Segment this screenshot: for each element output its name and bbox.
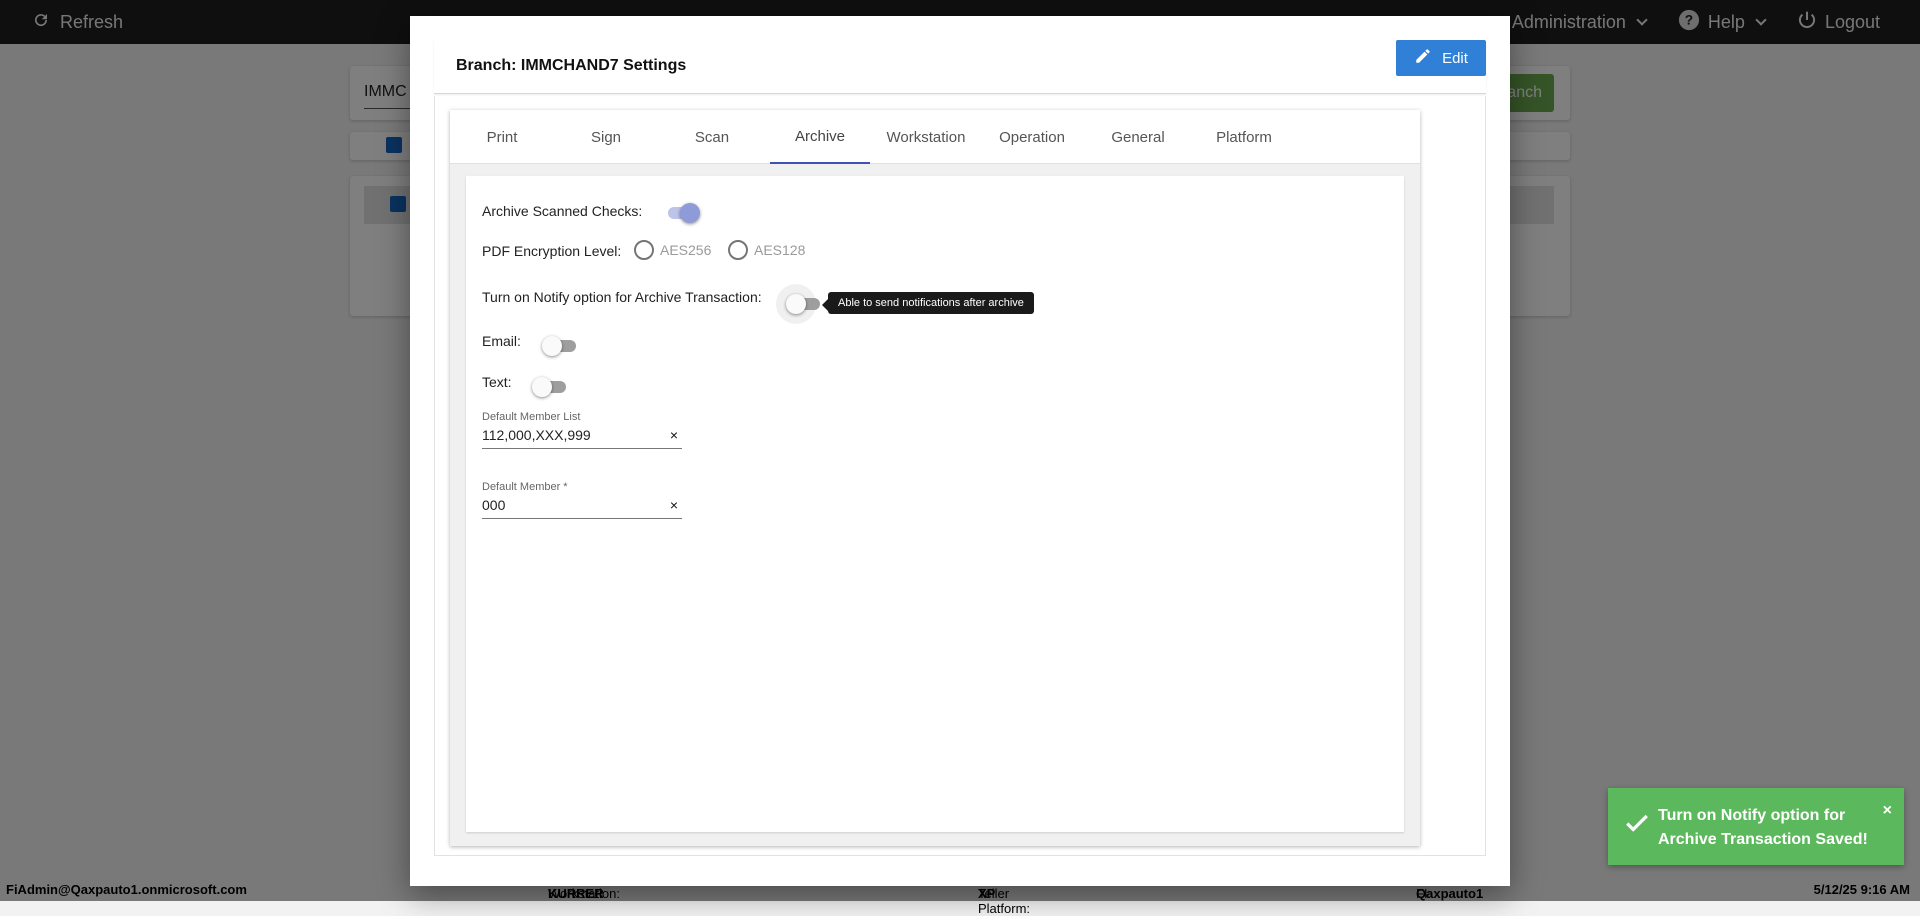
status-workstation-value: KURRER: [548, 886, 604, 901]
archive-settings-panel: Archive Scanned Checks: PDF Encryption L…: [466, 176, 1404, 832]
aes128-radio[interactable]: AES128: [728, 240, 805, 260]
status-fi-value: Qaxpauto1: [1416, 886, 1484, 901]
status-teller-platform-value: XP: [978, 886, 996, 901]
tab-general[interactable]: General: [1088, 110, 1188, 164]
radio-circle: [728, 240, 748, 260]
aes256-label: AES256: [660, 242, 712, 258]
tab-archive[interactable]: Archive: [770, 110, 870, 164]
clear-icon[interactable]: ×: [670, 497, 678, 513]
default-member-list-field: Default Member List 112,000,XXX,999 ×: [482, 411, 682, 449]
tab-content-area: Archive Scanned Checks: PDF Encryption L…: [450, 164, 1420, 846]
success-toast: Turn on Notify option for Archive Transa…: [1608, 788, 1904, 865]
close-icon[interactable]: ×: [1883, 802, 1892, 820]
default-member-input[interactable]: 000 ×: [482, 497, 682, 519]
tab-operation[interactable]: Operation: [982, 110, 1082, 164]
tab-workstation[interactable]: Workstation: [876, 110, 976, 164]
toggle-thumb: [680, 203, 700, 223]
default-member-list-input[interactable]: 112,000,XXX,999 ×: [482, 427, 682, 449]
edit-label: Edit: [1442, 49, 1468, 67]
edit-button[interactable]: Edit: [1396, 40, 1486, 76]
default-member-list-label: Default Member List: [482, 411, 581, 423]
settings-tabs: Print Sign Scan Archive Workstation Oper…: [450, 110, 1420, 164]
toggle-thumb: [542, 336, 562, 356]
archive-scanned-checks-toggle[interactable]: [664, 203, 700, 223]
radio-circle: [634, 240, 654, 260]
notify-option-label: Turn on Notify option for Archive Transa…: [482, 289, 762, 305]
dialog-title: Branch: IMMCHAND7 Settings: [456, 57, 687, 74]
notify-tooltip: Able to send notifications after archive: [822, 292, 1034, 314]
default-member-field: Default Member * 000 ×: [482, 481, 682, 519]
text-toggle[interactable]: [532, 377, 568, 397]
text-label: Text:: [482, 374, 512, 390]
check-icon: [1624, 810, 1650, 843]
default-member-label: Default Member *: [482, 481, 568, 493]
tab-scan[interactable]: Scan: [662, 110, 762, 164]
status-datetime: 5/12/25 9:16 AM: [1813, 882, 1910, 897]
pencil-icon: [1414, 47, 1432, 69]
notify-option-toggle[interactable]: [786, 294, 822, 314]
tab-sign[interactable]: Sign: [556, 110, 656, 164]
settings-card: Print Sign Scan Archive Workstation Oper…: [450, 110, 1420, 846]
branch-settings-dialog: Branch: IMMCHAND7 Settings Edit Print Si…: [410, 16, 1510, 886]
dialog-header: Branch: IMMCHAND7 Settings Edit: [434, 40, 1486, 94]
tab-print[interactable]: Print: [452, 110, 552, 164]
toast-message: Turn on Notify option for Archive Transa…: [1658, 807, 1868, 848]
toggle-thumb: [532, 377, 552, 397]
aes128-label: AES128: [754, 242, 806, 258]
email-label: Email:: [482, 333, 521, 349]
default-member-list-value: 112,000,XXX,999: [482, 427, 591, 443]
default-member-value: 000: [482, 497, 506, 513]
clear-icon[interactable]: ×: [670, 427, 678, 443]
pdf-encryption-label: PDF Encryption Level:: [482, 243, 622, 259]
archive-scanned-checks-label: Archive Scanned Checks:: [482, 203, 643, 219]
toggle-thumb: [786, 294, 806, 314]
aes256-radio[interactable]: AES256: [634, 240, 711, 260]
status-user: FiAdmin@Qaxpauto1.onmicrosoft.com: [6, 882, 247, 897]
email-toggle[interactable]: [542, 336, 578, 356]
tab-platform[interactable]: Platform: [1194, 110, 1294, 164]
